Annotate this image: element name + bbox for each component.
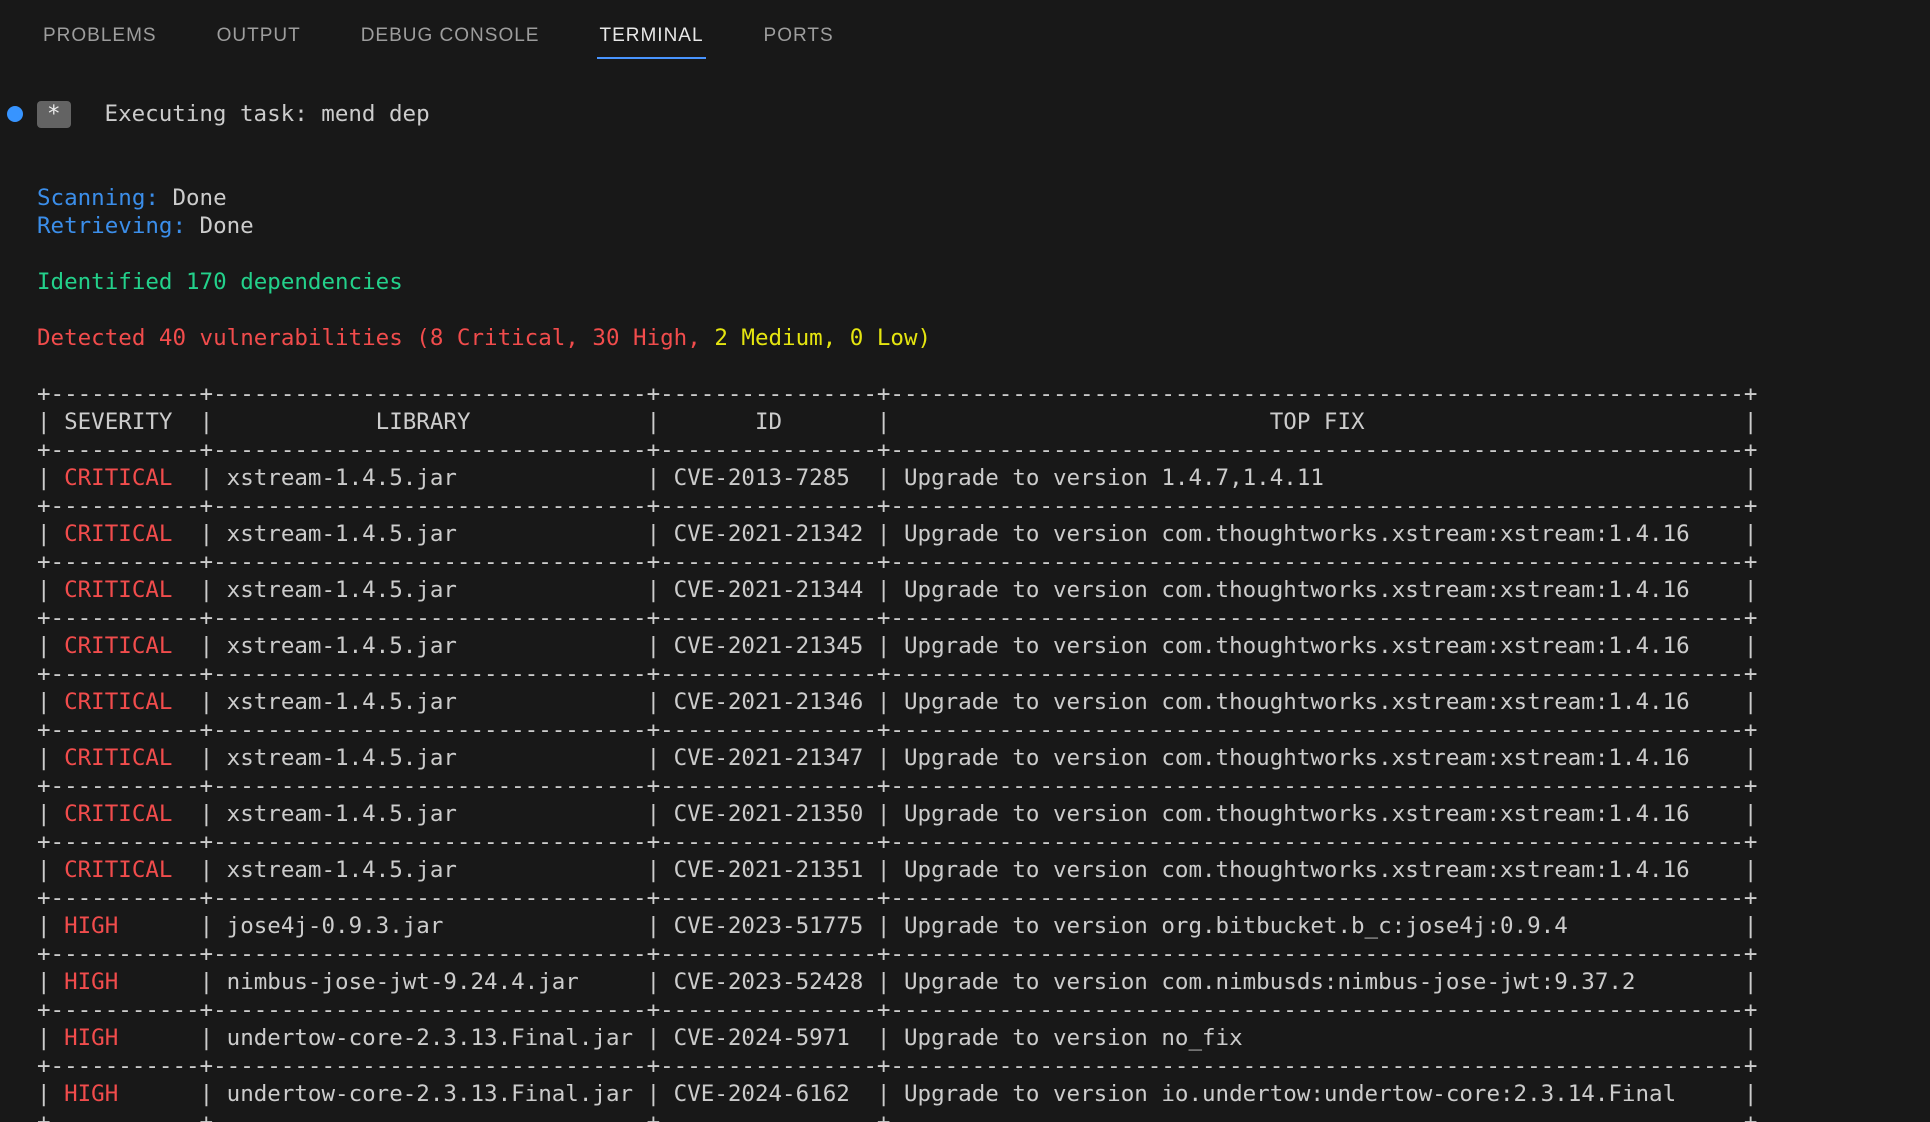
table-separator: +-----------+---------------------------… [37, 492, 1930, 520]
table-row: | HIGH | undertow-core-2.3.13.Final.jar … [37, 1024, 1930, 1052]
table-separator: +-----------+---------------------------… [37, 604, 1930, 632]
blank-line [37, 240, 1930, 268]
panel-tab-problems[interactable]: PROBLEMS [41, 16, 159, 59]
table-separator: +-----------+---------------------------… [37, 436, 1930, 464]
table-row: | CRITICAL | xstream-1.4.5.jar | CVE-202… [37, 744, 1930, 772]
scanning-value: Done [172, 185, 226, 211]
blank-line [37, 128, 1930, 156]
severity-cell: CRITICAL [51, 745, 200, 771]
blank-line [37, 296, 1930, 324]
scanning-label: Scanning: [37, 185, 159, 211]
table-row: | CRITICAL | xstream-1.4.5.jar | CVE-202… [37, 688, 1930, 716]
table-separator: +-----------+---------------------------… [37, 1052, 1930, 1080]
table-row: | CRITICAL | xstream-1.4.5.jar | CVE-201… [37, 464, 1930, 492]
table-separator: +-----------+---------------------------… [37, 716, 1930, 744]
terminal-output[interactable]: *Executing task: mend dep Scanning:Done … [0, 74, 1930, 1122]
severity-cell: CRITICAL [51, 465, 200, 491]
table-separator: +-----------+---------------------------… [37, 1108, 1930, 1122]
panel-tab-terminal[interactable]: TERMINAL [597, 16, 705, 59]
retrieving-status-line: Retrieving: Done [37, 212, 1930, 240]
table-separator: +-----------+---------------------------… [37, 828, 1930, 856]
task-text: Executing task: mend dep [105, 101, 430, 127]
command-decoration-icon[interactable] [7, 106, 23, 122]
severity-cell: CRITICAL [51, 801, 200, 827]
table-row: | HIGH | jose4j-0.9.3.jar | CVE-2023-517… [37, 912, 1930, 940]
severity-cell: CRITICAL [51, 857, 200, 883]
identified-line: Identified 170 dependencies [37, 268, 1930, 296]
severity-cell: CRITICAL [51, 689, 200, 715]
table-row: | HIGH | undertow-core-2.3.13.Final.jar … [37, 1080, 1930, 1108]
table-row: | HIGH | nimbus-jose-jwt-9.24.4.jar | CV… [37, 968, 1930, 996]
retrieving-value: Done [200, 213, 254, 239]
table-separator: +-----------+---------------------------… [37, 380, 1930, 408]
panel-tab-bar: PROBLEMS OUTPUT DEBUG CONSOLE TERMINAL P… [0, 0, 1930, 74]
table-row: | CRITICAL | xstream-1.4.5.jar | CVE-202… [37, 632, 1930, 660]
blank-line [37, 156, 1930, 184]
severity-cell: HIGH [51, 1081, 200, 1107]
severity-cell: HIGH [51, 1025, 200, 1051]
table-header-row: | SEVERITY | LIBRARY | ID | TOP FIX | [37, 408, 1930, 436]
table-separator: +-----------+---------------------------… [37, 940, 1930, 968]
scanning-status-line: Scanning: Done [37, 184, 1930, 212]
task-badge-icon: * [37, 101, 71, 128]
detected-critical-high-text: Detected 40 vulnerabilities (8 Critical,… [37, 325, 714, 351]
detected-line: Detected 40 vulnerabilities (8 Critical,… [37, 324, 1930, 352]
severity-cell: CRITICAL [51, 633, 200, 659]
table-separator: +-----------+---------------------------… [37, 548, 1930, 576]
blank-line [37, 352, 1930, 380]
vulnerability-table: +-----------+---------------------------… [37, 380, 1930, 1122]
table-row: | CRITICAL | xstream-1.4.5.jar | CVE-202… [37, 800, 1930, 828]
panel-tab-ports[interactable]: PORTS [762, 16, 836, 59]
severity-cell: CRITICAL [51, 577, 200, 603]
severity-cell: CRITICAL [51, 521, 200, 547]
table-separator: +-----------+---------------------------… [37, 660, 1930, 688]
panel-tab-output[interactable]: OUTPUT [215, 16, 303, 59]
severity-cell: HIGH [51, 913, 200, 939]
detected-medium-low-text: 2 Medium, 0 Low) [714, 325, 931, 351]
table-row: | CRITICAL | xstream-1.4.5.jar | CVE-202… [37, 856, 1930, 884]
table-separator: +-----------+---------------------------… [37, 884, 1930, 912]
table-row: | CRITICAL | xstream-1.4.5.jar | CVE-202… [37, 576, 1930, 604]
task-line: * Executing task: mend dep [37, 100, 1930, 128]
severity-cell: HIGH [51, 969, 200, 995]
table-row: | CRITICAL | xstream-1.4.5.jar | CVE-202… [37, 520, 1930, 548]
table-separator: +-----------+---------------------------… [37, 996, 1930, 1024]
retrieving-label: Retrieving: [37, 213, 186, 239]
table-separator: +-----------+---------------------------… [37, 772, 1930, 800]
panel-tab-debug-console[interactable]: DEBUG CONSOLE [359, 16, 542, 59]
